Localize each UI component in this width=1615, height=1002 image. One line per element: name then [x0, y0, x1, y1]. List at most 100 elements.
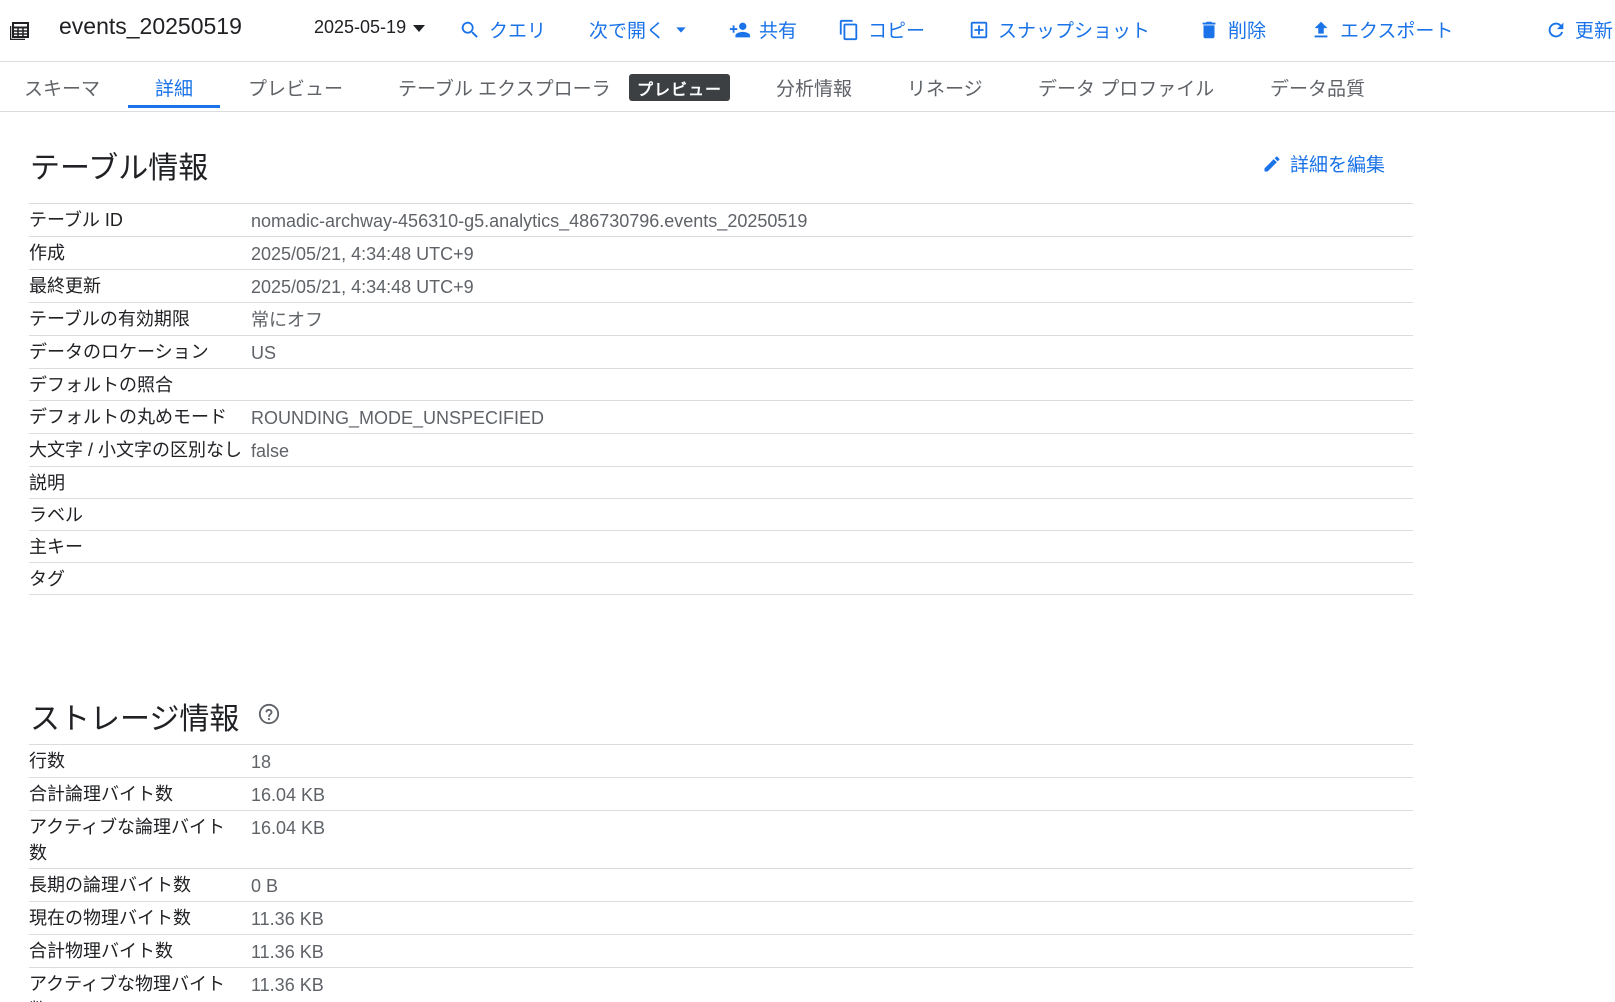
share-button[interactable]: 共有	[729, 16, 797, 43]
table-row: 作成 2025/05/21, 4:34:48 UTC+9	[29, 236, 1413, 270]
tab-insights-label: 分析情報	[776, 78, 853, 100]
row-value	[251, 467, 1413, 499]
snapshot-button-label: スナップショット	[998, 21, 1151, 42]
tab-preview[interactable]: プレビュー	[248, 62, 343, 112]
table-name: events_20250519	[59, 13, 242, 39]
row-value	[251, 563, 1413, 595]
open-with-button-label: 次で開く	[589, 21, 666, 42]
table-row: 主キー	[29, 530, 1413, 563]
table-row: ラベル	[29, 498, 1413, 531]
table-row: 合計論理バイト数 16.04 KB	[29, 777, 1413, 811]
trash-icon	[1202, 21, 1216, 38]
tab-data-profile-label: データ プロファイル	[1038, 78, 1215, 100]
row-key: 行数	[29, 751, 65, 771]
table-row: データのロケーション US	[29, 335, 1413, 369]
refresh-icon	[1548, 22, 1564, 37]
row-value	[251, 369, 1413, 401]
tab-insights[interactable]: 分析情報	[776, 62, 852, 112]
tab-data-quality[interactable]: データ品質	[1270, 62, 1365, 112]
delete-button-label: 削除	[1228, 21, 1267, 42]
table-row: タグ	[29, 562, 1413, 595]
table-row: テーブル ID nomadic-archway-456310-g5.analyti…	[29, 203, 1413, 237]
table-info-list: テーブル ID nomadic-archway-456310-g5.analyti…	[29, 203, 1413, 595]
tab-data-profile[interactable]: データ プロファイル	[1038, 62, 1214, 112]
row-key: 合計物理バイト数	[29, 941, 173, 961]
row-value: 2025/05/21, 4:34:48 UTC+9	[251, 277, 474, 297]
row-key: テーブルの有効期限	[29, 309, 190, 329]
help-icon[interactable]	[258, 703, 280, 725]
row-value: 常にオフ	[251, 310, 323, 330]
table-row: 大文字 / 小文字の区別なし false	[29, 433, 1413, 467]
export-button-label: エクスポート	[1340, 21, 1454, 42]
open-with-button[interactable]: 次で開く	[589, 16, 689, 43]
caret-down-icon	[676, 26, 686, 33]
storage-info-list: 行数 18 合計論理バイト数 16.04 KB アクティブな論理バイト数 16.04 …	[29, 744, 1413, 1002]
table-row: 説明	[29, 466, 1413, 499]
table-info-title: テーブル情報	[30, 152, 209, 185]
tab-schema-label: スキーマ	[24, 78, 101, 100]
row-value: 11.36 KB	[251, 909, 324, 929]
tab-schema[interactable]: スキーマ	[24, 62, 100, 112]
table-row: 現在の物理バイト数 11.36 KB	[29, 901, 1413, 935]
row-value: 11.36 KB	[251, 942, 324, 962]
row-value: false	[251, 441, 290, 461]
table-icon	[10, 22, 29, 40]
row-key: ラベル	[29, 505, 83, 525]
export-button[interactable]: エクスポート	[1310, 16, 1453, 43]
row-key: 長期の論理バイト数	[29, 875, 191, 895]
share-button-label: 共有	[759, 21, 798, 42]
edit-details-button[interactable]: 詳細を編集	[1262, 150, 1385, 177]
tab-lineage[interactable]: リネージ	[907, 62, 983, 112]
active-tab-indicator	[128, 105, 220, 108]
tab-table-explorer[interactable]: テーブル エクスプローラ	[398, 62, 611, 112]
table-row: 合計物理バイト数 11.36 KB	[29, 934, 1413, 968]
row-key: アクティブな論理バイト数	[29, 817, 226, 863]
row-key: 説明	[29, 473, 65, 493]
snapshot-button[interactable]: スナップショット	[968, 16, 1150, 43]
date-select-value: 2025-05-19	[314, 17, 407, 37]
query-button-label: クエリ	[489, 21, 547, 42]
table-row: デフォルトの丸めモード ROUNDING_MODE_UNSPECIFIED	[29, 400, 1413, 434]
row-key: テーブル ID	[29, 210, 123, 230]
row-key: 作成	[29, 243, 65, 263]
tab-data-quality-label: データ品質	[1270, 78, 1366, 100]
row-key: 合計論理バイト数	[29, 784, 173, 804]
row-value: ROUNDING_MODE_UNSPECIFIED	[251, 408, 545, 428]
row-key: 最終更新	[29, 276, 101, 296]
row-value: nomadic-archway-456310-g5.analytics_4867…	[251, 211, 808, 231]
row-key: タグ	[29, 569, 65, 589]
tab-bar: スキーマ 詳細 プレビュー テーブル エクスプローラ 分析情報 リネージ データ…	[0, 62, 1615, 112]
tab-preview-label: プレビュー	[248, 78, 344, 100]
row-value: US	[251, 343, 277, 363]
table-row: 最終更新 2025/05/21, 4:34:48 UTC+9	[29, 269, 1413, 303]
row-value: 18	[251, 752, 272, 772]
row-key: デフォルトの照合	[29, 375, 173, 395]
person-add-icon	[729, 22, 751, 37]
search-icon	[461, 21, 478, 38]
row-key: デフォルトの丸めモード	[29, 407, 227, 427]
copy-icon	[839, 19, 858, 40]
table-row: アクティブな論理バイト数 16.04 KB	[29, 810, 1413, 869]
caret-down-icon	[413, 24, 426, 32]
row-value	[251, 531, 1413, 563]
row-key: データのロケーション	[29, 342, 209, 362]
row-value: 11.36 KB	[251, 975, 324, 995]
table-row: テーブルの有効期限 常にオフ	[29, 302, 1413, 336]
upload-icon	[1314, 21, 1328, 37]
date-select[interactable]: 2025-05-19	[314, 17, 426, 38]
tab-lineage-label: リネージ	[907, 78, 983, 100]
delete-button[interactable]: 削除	[1198, 16, 1266, 43]
query-button[interactable]: クエリ	[459, 16, 546, 43]
snapshot-icon	[970, 21, 988, 38]
copy-button-label: コピー	[868, 21, 926, 42]
row-key: 大文字 / 小文字の区別なし	[29, 440, 243, 460]
row-key: 主キー	[29, 537, 83, 557]
table-row: デフォルトの照合	[29, 368, 1413, 401]
refresh-button[interactable]: 更新	[1545, 16, 1613, 43]
row-value: 16.04 KB	[251, 818, 326, 838]
copy-button[interactable]: コピー	[838, 16, 925, 43]
tab-table-explorer-label: テーブル エクスプローラ	[398, 78, 611, 100]
storage-info-title: ストレージ情報	[30, 703, 240, 736]
edit-details-label: 詳細を編集	[1290, 155, 1386, 176]
row-key: アクティブな物理バイト数	[29, 974, 226, 1002]
